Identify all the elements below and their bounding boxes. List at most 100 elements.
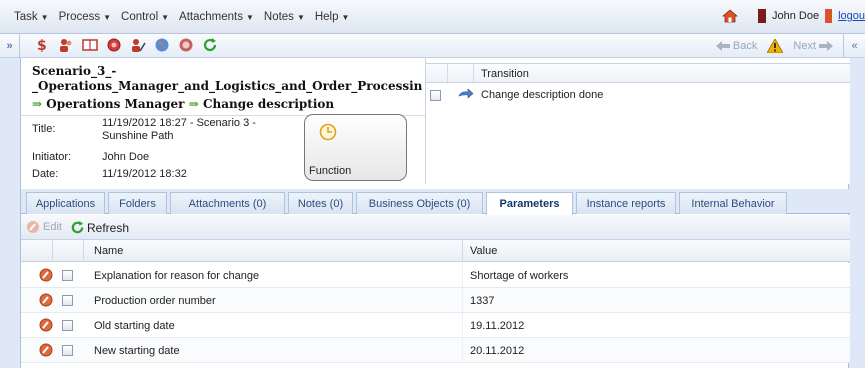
- name-column-header[interactable]: Name: [94, 245, 123, 257]
- table-row[interactable]: Old starting date 19.11.2012: [21, 313, 850, 338]
- toolbar-icons: $: [34, 37, 218, 53]
- menu-help-label: Help: [314, 11, 339, 23]
- warning-icon: [767, 39, 784, 53]
- edit-icon[interactable]: [39, 293, 53, 307]
- column-separator: [462, 313, 463, 338]
- grid-toolbar: Edit Refresh: [21, 215, 850, 240]
- tab-applications[interactable]: Applications: [26, 192, 105, 214]
- record-icon[interactable]: [106, 37, 122, 53]
- column-separator: [462, 263, 463, 288]
- tab-internal-behavior[interactable]: Internal Behavior: [679, 192, 787, 214]
- arrow-left-icon: [715, 41, 730, 51]
- chevron-down-icon: ▼: [296, 13, 305, 22]
- user-icon: [757, 9, 766, 23]
- parameter-value: 19.11.2012: [470, 320, 525, 332]
- logout-link[interactable]: logou: [838, 10, 865, 22]
- parameter-name: Explanation for reason for change: [94, 270, 260, 282]
- transition-column-header: Transition: [481, 68, 529, 80]
- date-value: 11/19/2012 18:32: [102, 168, 187, 180]
- users-icon[interactable]: [58, 37, 74, 53]
- user-name: John Doe: [771, 10, 820, 22]
- arrow-right-icon: ⇒: [188, 97, 199, 111]
- expand-left-button[interactable]: »: [0, 34, 20, 58]
- arrow-right-icon: [458, 88, 474, 99]
- dollar-icon[interactable]: $: [34, 37, 50, 53]
- parameter-name: Old starting date: [94, 320, 175, 332]
- column-separator: [473, 64, 474, 84]
- toolbar: » $ Back Next «: [0, 34, 865, 58]
- refresh-icon[interactable]: [202, 37, 218, 53]
- back-button[interactable]: Back: [715, 40, 757, 52]
- column-separator: [447, 64, 448, 84]
- refresh-label: Refresh: [87, 220, 130, 235]
- path-step: Change description: [202, 97, 335, 111]
- chevron-down-icon: ▼: [245, 13, 254, 22]
- collapse-right-button[interactable]: «: [843, 34, 865, 58]
- logout-icon[interactable]: [825, 9, 833, 23]
- tab-business-objects[interactable]: Business Objects (0): [356, 192, 483, 214]
- user-box: John Doe logou: [721, 9, 865, 23]
- menu-control-label: Control: [121, 11, 159, 23]
- edit-icon: [27, 221, 39, 233]
- refresh-button[interactable]: Refresh: [70, 220, 129, 235]
- menu-bar: Task ▼ Process ▼ Control ▼ Attachments ▼ Not…: [0, 0, 865, 34]
- chevron-down-icon: ▼: [161, 13, 170, 22]
- tab-folders[interactable]: Folders: [108, 192, 167, 214]
- initiator-value: John Doe: [102, 151, 150, 163]
- user-edit-icon[interactable]: [130, 37, 146, 53]
- title-label: Title:: [32, 123, 56, 135]
- edit-label: Edit: [43, 221, 62, 233]
- row-checkbox[interactable]: [62, 320, 73, 331]
- menu-help[interactable]: Help ▼: [315, 11, 350, 23]
- title-value: 11/19/2012 18:27 - Scenario 3 - Sunshine…: [102, 117, 256, 143]
- column-separator: [462, 338, 463, 363]
- column-separator: [462, 240, 463, 262]
- globe-icon[interactable]: [154, 37, 170, 53]
- edit-icon[interactable]: [39, 268, 53, 282]
- transitions-header: Transition: [426, 63, 850, 84]
- scenario-title-line1: Scenario_3_-: [32, 64, 117, 78]
- column-separator: [52, 240, 53, 262]
- book-icon[interactable]: [82, 37, 98, 53]
- home-icon[interactable]: [721, 9, 738, 23]
- menu-attachments[interactable]: Attachments ▼: [179, 11, 254, 23]
- tab-parameters[interactable]: Parameters: [486, 192, 573, 215]
- tab-instance-reports[interactable]: Instance reports: [576, 192, 676, 214]
- function-icon: [319, 123, 337, 141]
- edit-button[interactable]: Edit: [26, 220, 62, 234]
- column-separator: [83, 240, 84, 262]
- table-row[interactable]: Explanation for reason for change Shorta…: [21, 263, 850, 288]
- parameter-value: Shortage of workers: [470, 270, 569, 282]
- menu-task-label: Task: [14, 11, 38, 23]
- title-value-line2: Sunshine Path: [102, 130, 174, 142]
- refresh-icon: [71, 220, 84, 234]
- tab-notes[interactable]: Notes (0): [288, 192, 353, 214]
- menu-attachments-label: Attachments: [179, 11, 243, 23]
- table-row[interactable]: Production order number 1337: [21, 288, 850, 313]
- initiator-label: Initiator:: [32, 151, 72, 163]
- function-label: Function: [309, 165, 352, 177]
- menu-notes-label: Notes: [263, 11, 294, 23]
- row-checkbox[interactable]: [62, 270, 73, 281]
- parameter-value: 20.11.2012: [470, 345, 525, 357]
- function-box[interactable]: Function: [304, 114, 407, 181]
- menu-control[interactable]: Control ▼: [121, 11, 169, 23]
- menu-process[interactable]: Process ▼: [59, 11, 111, 23]
- edit-icon[interactable]: [39, 318, 53, 332]
- tab-attachments[interactable]: Attachments (0): [170, 192, 285, 214]
- transition-row[interactable]: Change description done: [426, 85, 850, 105]
- menu-process-label: Process: [58, 11, 101, 23]
- clock-icon[interactable]: [178, 37, 194, 53]
- transition-checkbox[interactable]: [430, 90, 441, 101]
- value-column-header[interactable]: Value: [470, 245, 497, 257]
- row-checkbox[interactable]: [62, 295, 73, 306]
- table-row[interactable]: New starting date 20.11.2012: [21, 338, 850, 363]
- menu-notes[interactable]: Notes ▼: [264, 11, 305, 23]
- row-checkbox[interactable]: [62, 345, 73, 356]
- scenario-title-line2: _Operations_Manager_and_Logistics_and_Or…: [32, 79, 422, 93]
- parameter-value: 1337: [470, 295, 495, 307]
- title-value-line1: 11/19/2012 18:27 - Scenario 3 -: [102, 117, 256, 129]
- edit-icon[interactable]: [39, 343, 53, 357]
- next-button[interactable]: Next: [793, 40, 833, 52]
- menu-task[interactable]: Task ▼: [14, 11, 49, 23]
